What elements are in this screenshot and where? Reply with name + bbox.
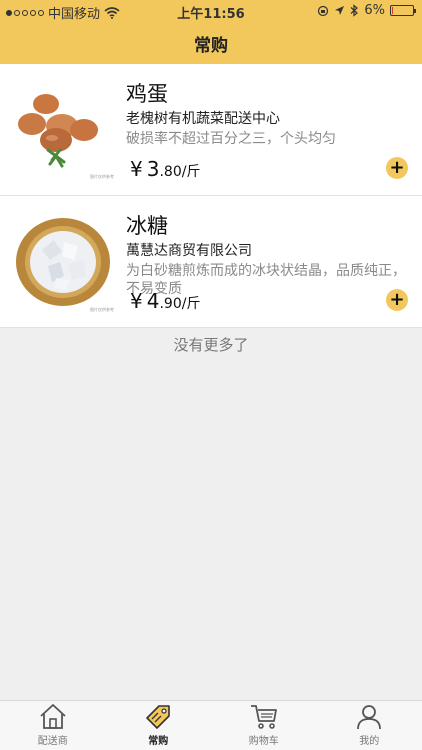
location-icon xyxy=(335,6,345,15)
product-list: 图片仅供参考 鸡蛋 老槐树有机蔬菜配送中心 破损率不超过百分之三，个头均匀 ¥3… xyxy=(0,64,422,328)
list-item[interactable]: 图片仅供参考 鸡蛋 老槐树有机蔬菜配送中心 破损率不超过百分之三，个头均匀 ¥3… xyxy=(0,64,422,196)
nav-bar: 常购 xyxy=(0,22,422,64)
list-item[interactable]: 图片仅供参考 冰糖 萬慧达商贸有限公司 为白砂糖煎炼而成的冰块状结晶，品质纯正，… xyxy=(0,196,422,328)
no-more-label: 没有更多了 xyxy=(173,336,249,354)
add-to-cart-button[interactable]: + xyxy=(386,157,408,179)
battery-percent: 6% xyxy=(364,3,385,18)
tag-icon xyxy=(146,705,171,729)
product-description: 破损率不超过百分之三，个头均匀 xyxy=(126,131,336,147)
product-image-rock-sugar: 图片仅供参考 xyxy=(12,210,114,314)
bluetooth-icon xyxy=(350,4,359,17)
tab-bar: 配送商 常购 购物车 我的 xyxy=(0,700,422,750)
product-name: 冰糖 xyxy=(126,214,168,238)
product-price: ¥3.80/斤 xyxy=(130,157,201,181)
supplier-name: 老槐树有机蔬菜配送中心 xyxy=(126,111,280,127)
tab-frequent[interactable]: 常购 xyxy=(106,701,212,750)
svg-text:图片仅供参考: 图片仅供参考 xyxy=(90,173,114,179)
status-bar: 中国移动 上午11:56 6% xyxy=(0,0,422,22)
tab-cart[interactable]: 购物车 xyxy=(211,701,317,750)
lock-rotation-icon xyxy=(318,5,329,16)
supplier-name: 萬慧达商贸有限公司 xyxy=(126,243,252,259)
product-name: 鸡蛋 xyxy=(126,82,168,106)
cart-icon xyxy=(250,705,277,729)
tab-mine[interactable]: 我的 xyxy=(317,701,422,750)
svg-text:图片仅供参考: 图片仅供参考 xyxy=(90,306,114,312)
tab-suppliers[interactable]: 配送商 xyxy=(0,701,106,750)
battery-icon xyxy=(390,5,416,16)
user-icon xyxy=(357,705,382,730)
product-image-eggs: 图片仅供参考 xyxy=(12,78,114,182)
home-icon xyxy=(40,704,66,729)
product-price: ¥4.90/斤 xyxy=(130,289,201,313)
add-to-cart-button[interactable]: + xyxy=(386,289,408,311)
page-title: 常购 xyxy=(194,35,228,56)
